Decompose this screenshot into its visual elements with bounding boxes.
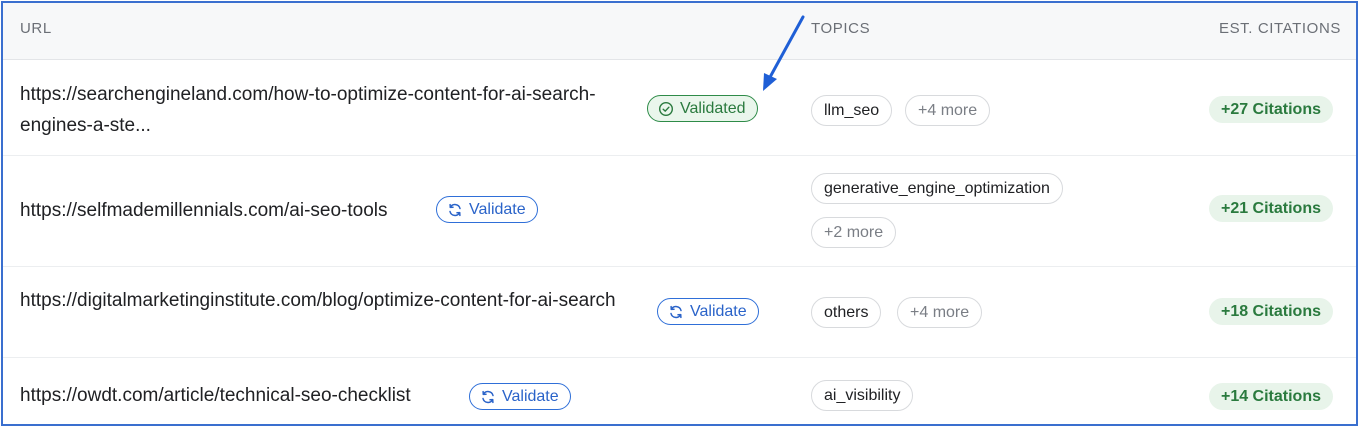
url-link[interactable]: https://selfmademillennials.com/ai-seo-t… <box>20 195 388 226</box>
topic-chip[interactable]: llm_seo <box>811 95 893 126</box>
more-topics-chip[interactable]: +4 more <box>905 95 991 126</box>
citations-badge: +18 Citations <box>1208 298 1333 325</box>
validate-label: Validate <box>469 200 526 218</box>
validate-label: Validate <box>502 387 559 405</box>
refresh-icon <box>668 304 684 320</box>
column-header-topics: TOPICS <box>811 20 871 37</box>
refresh-icon <box>480 389 496 405</box>
more-topics-chip[interactable]: +4 more <box>897 297 983 328</box>
table-frame: URL TOPICS EST. CITATIONS https://search… <box>1 1 1358 426</box>
citations-badge: +27 Citations <box>1208 96 1333 123</box>
table-row: https://digitalmarketinginstitute.com/bl… <box>3 267 1356 358</box>
validated-badge: Validated <box>647 95 758 122</box>
table-row: https://selfmademillennials.com/ai-seo-t… <box>3 156 1356 267</box>
citations-badge: +14 Citations <box>1208 383 1333 410</box>
url-link[interactable]: https://searchengineland.com/how-to-opti… <box>20 79 620 141</box>
validate-button[interactable]: Validate <box>657 298 759 325</box>
validate-label: Validate <box>690 302 747 320</box>
topic-chip[interactable]: ai_visibility <box>811 380 914 411</box>
column-header-url: URL <box>20 20 52 37</box>
url-link[interactable]: https://digitalmarketinginstitute.com/bl… <box>20 285 620 316</box>
validated-label: Validated <box>680 99 746 117</box>
citations-badge: +21 Citations <box>1208 195 1333 222</box>
column-header-citations: EST. CITATIONS <box>1218 20 1341 37</box>
more-topics-chip[interactable]: +2 more <box>811 217 897 248</box>
validate-button[interactable]: Validate <box>436 196 538 223</box>
table-row: https://searchengineland.com/how-to-opti… <box>3 60 1356 156</box>
refresh-icon <box>447 202 463 218</box>
table-header: URL TOPICS EST. CITATIONS <box>3 3 1356 60</box>
validate-button[interactable]: Validate <box>469 383 571 410</box>
check-circle-icon <box>658 101 674 117</box>
url-link[interactable]: https://owdt.com/article/technical-seo-c… <box>20 380 411 411</box>
topic-chip[interactable]: others <box>811 297 882 328</box>
table-row: https://owdt.com/article/technical-seo-c… <box>3 358 1356 424</box>
topic-chip[interactable]: generative_engine_optimization <box>811 173 1063 204</box>
